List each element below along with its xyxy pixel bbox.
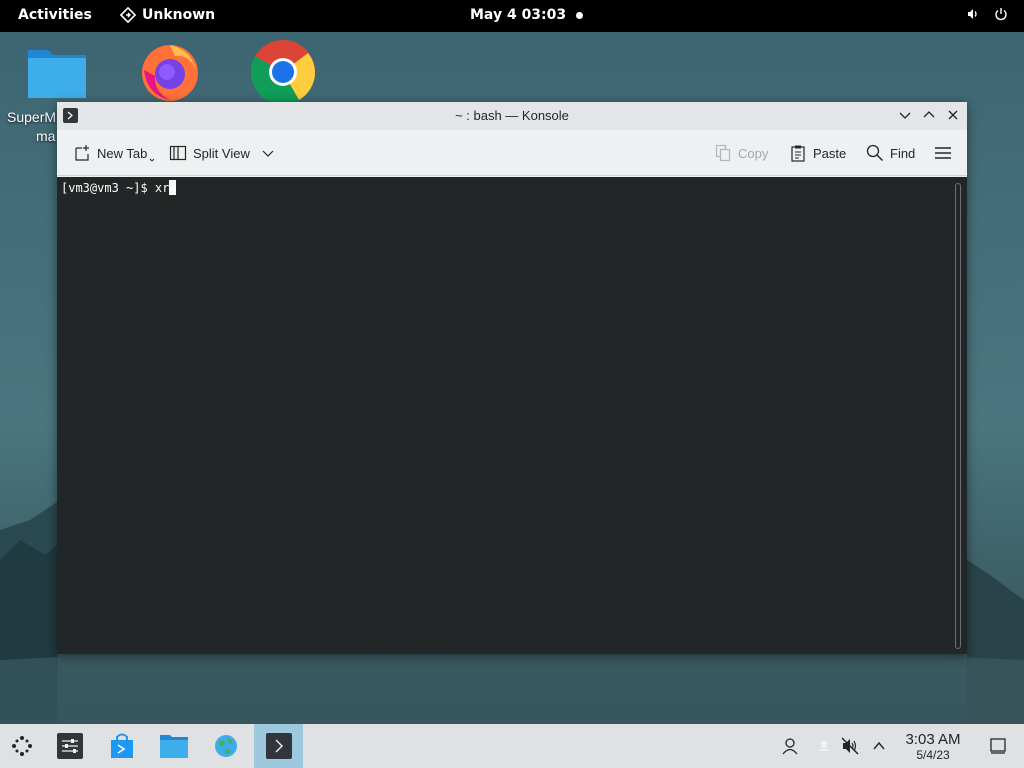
- desktop-folder-label-2: ma: [36, 128, 56, 144]
- show-desktop-button[interactable]: [988, 736, 1008, 756]
- application-launcher[interactable]: [0, 724, 44, 768]
- paste-label: Paste: [813, 145, 847, 161]
- show-desktop-icon: [990, 738, 1006, 754]
- network-icon: [819, 741, 829, 751]
- system-tray[interactable]: [966, 7, 1008, 21]
- clock-date: 5/4/23: [916, 748, 950, 762]
- user-tray-item[interactable]: [780, 736, 800, 756]
- firefox-icon[interactable]: [139, 40, 201, 102]
- find-button[interactable]: Find: [866, 142, 915, 164]
- activities-button[interactable]: Activities: [18, 7, 92, 23]
- new-tab-label: New Tab: [97, 145, 148, 161]
- chevron-down-icon: [899, 112, 911, 119]
- task-system-settings[interactable]: [48, 724, 92, 768]
- minimize-button[interactable]: [897, 107, 913, 123]
- split-view-icon: [169, 145, 187, 161]
- digital-clock[interactable]: 3:03 AM 5/4/23: [898, 731, 968, 763]
- tray-expander[interactable]: [869, 736, 889, 756]
- copy-label: Copy: [738, 145, 769, 161]
- title-bar[interactable]: ~ : bash — Konsole: [57, 102, 967, 130]
- volume-muted-icon: [841, 737, 859, 755]
- app-menu[interactable]: Unknown: [120, 7, 215, 23]
- chrome-icon[interactable]: [250, 39, 316, 105]
- scrollbar[interactable]: [955, 183, 961, 649]
- network-tray-item[interactable]: [814, 736, 834, 756]
- top-bar: Activities Unknown May 4 03:03: [0, 0, 1024, 32]
- user-icon: [782, 738, 798, 755]
- chevron-up-icon: [923, 111, 935, 118]
- find-label: Find: [890, 145, 916, 161]
- folder-icon: [160, 735, 188, 758]
- terminal-prompt: [vm3@vm3 ~]$: [61, 181, 155, 195]
- chevron-down-icon: [150, 158, 155, 162]
- paste-button[interactable]: Paste: [789, 142, 846, 164]
- settings-icon: [57, 733, 83, 759]
- terminal-line: [vm3@vm3 ~]$ xr: [61, 180, 177, 195]
- search-icon: [866, 144, 884, 162]
- volume-tray-item[interactable]: [840, 736, 860, 756]
- clock[interactable]: May 4 03:03: [470, 7, 566, 23]
- task-browser[interactable]: [204, 724, 248, 768]
- task-konsole[interactable]: [254, 724, 303, 768]
- terminal-icon: [265, 733, 292, 759]
- toolbar: New Tab Split View Copy Paste Find: [57, 130, 967, 176]
- chevron-up-icon: [873, 741, 885, 750]
- power-icon[interactable]: [994, 7, 1008, 21]
- taskbar: 3:03 AM 5/4/23: [0, 724, 1024, 768]
- store-icon: [111, 733, 133, 758]
- split-view-label: Split View: [193, 145, 250, 161]
- clock-time: 3:03 AM: [905, 731, 961, 748]
- task-files[interactable]: [152, 724, 196, 768]
- close-button[interactable]: [945, 107, 961, 123]
- copy-button[interactable]: Copy: [714, 142, 768, 164]
- new-tab-icon: [75, 145, 89, 161]
- folder-icon[interactable]: [26, 44, 88, 100]
- globe-icon: [215, 735, 237, 757]
- launcher-icon: [12, 736, 32, 756]
- volume-icon[interactable]: [966, 7, 980, 21]
- konsole-window[interactable]: ~ : bash — Konsole New Tab Split View Co…: [57, 102, 967, 654]
- notification-dot: [576, 12, 583, 19]
- app-diamond-icon: [120, 7, 136, 23]
- terminal-cursor: [169, 180, 177, 195]
- maximize-button[interactable]: [921, 107, 937, 123]
- terminal-input: xr: [154, 181, 170, 195]
- copy-icon: [715, 144, 731, 162]
- task-discover[interactable]: [100, 724, 144, 768]
- paste-icon: [791, 145, 805, 162]
- split-view-button[interactable]: Split View: [169, 142, 274, 164]
- chevron-down-icon[interactable]: [262, 147, 274, 159]
- terminal-area[interactable]: [vm3@vm3 ~]$ xr: [57, 177, 967, 654]
- new-tab-button[interactable]: New Tab: [73, 142, 155, 164]
- close-icon: [948, 110, 958, 120]
- hamburger-menu-button[interactable]: [934, 142, 952, 164]
- app-name: Unknown: [142, 7, 216, 23]
- hamburger-menu-icon: [935, 147, 951, 159]
- desktop-folder-label[interactable]: SuperM: [7, 109, 56, 125]
- window-title: ~ : bash — Konsole: [455, 108, 569, 123]
